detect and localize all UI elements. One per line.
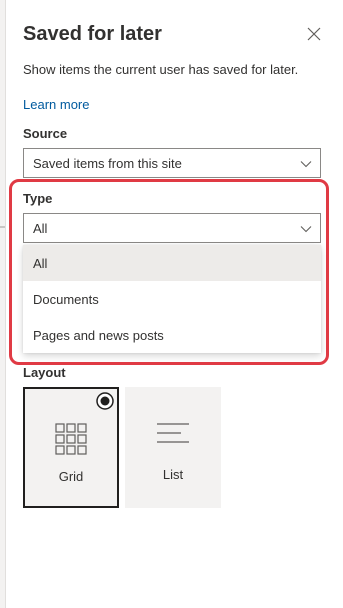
list-icon [157, 423, 189, 443]
type-option-all[interactable]: All [23, 245, 321, 281]
chevron-down-icon [300, 226, 312, 233]
layout-grid-label: Grid [58, 469, 84, 484]
type-dropdown-value: All [33, 220, 48, 236]
learn-more-link[interactable]: Learn more [23, 97, 89, 112]
type-option-pages-and-news[interactable]: Pages and news posts [23, 317, 321, 353]
type-dropdown-menu: All Documents Pages and news posts [23, 245, 321, 353]
radio-checked-icon [96, 392, 114, 410]
chevron-down-icon [300, 161, 312, 168]
layout-option-grid[interactable]: Grid [23, 387, 119, 508]
layout-option-list[interactable]: List [125, 387, 221, 508]
layout-label: Layout [23, 365, 66, 380]
type-dropdown[interactable]: All [23, 213, 321, 243]
close-icon [307, 27, 321, 41]
source-dropdown[interactable]: Saved items from this site [23, 148, 321, 178]
background-divider [0, 226, 5, 228]
type-option-documents[interactable]: Documents [23, 281, 321, 317]
source-label: Source [23, 126, 68, 141]
type-label: Type [23, 191, 53, 206]
close-button[interactable] [302, 22, 326, 46]
app-frame: Saved for later Show items the current u… [0, 0, 343, 608]
panel-description: Show items the current user has saved fo… [23, 62, 299, 77]
panel-title: Saved for later [23, 23, 162, 45]
layout-list-label: List [162, 467, 184, 482]
property-pane: Saved for later Show items the current u… [6, 0, 343, 608]
grid-icon [55, 423, 87, 455]
source-dropdown-value: Saved items from this site [33, 155, 182, 171]
